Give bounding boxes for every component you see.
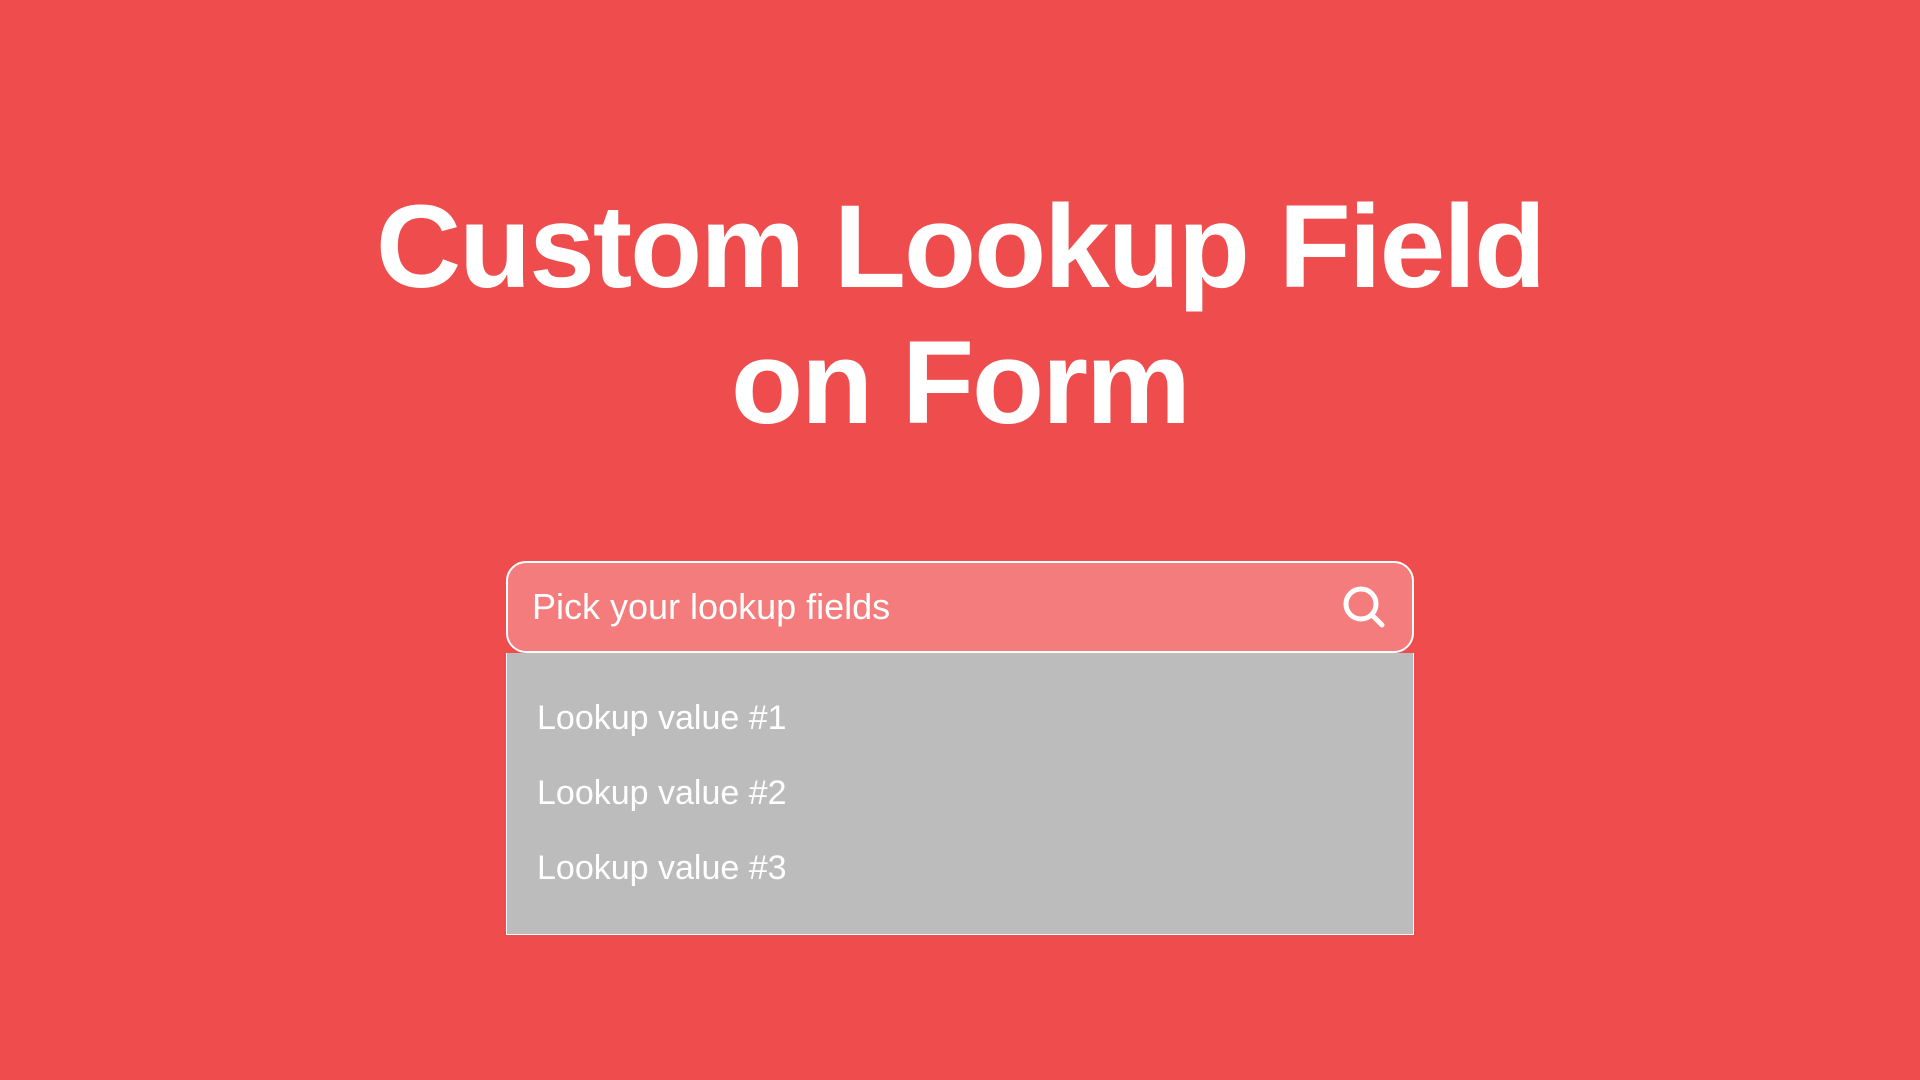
lookup-dropdown: Lookup value #1 Lookup value #2 Lookup v… [506,653,1414,935]
lookup-input[interactable]: Pick your lookup fields [506,561,1414,653]
dropdown-option[interactable]: Lookup value #2 [507,756,1413,831]
title-line-2: on Form [731,317,1189,449]
lookup-placeholder: Pick your lookup fields [532,586,890,628]
lookup-field: Pick your lookup fields Lookup value #1 … [506,561,1414,935]
dropdown-option[interactable]: Lookup value #3 [507,831,1413,906]
title-line-1: Custom Lookup Field [376,181,1544,313]
search-icon[interactable] [1340,583,1388,631]
dropdown-option[interactable]: Lookup value #1 [507,681,1413,756]
page-title: Custom Lookup Field on Form [376,180,1544,451]
